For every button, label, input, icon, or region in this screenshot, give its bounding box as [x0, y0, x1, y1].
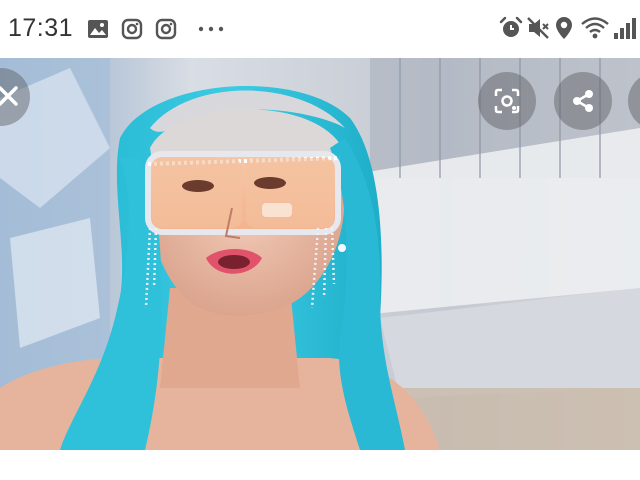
- signal-icon: [614, 18, 636, 39]
- gallery-notification-icon: [88, 20, 108, 38]
- close-icon: [0, 86, 18, 106]
- close-button[interactable]: [0, 68, 30, 126]
- image-viewer[interactable]: [0, 58, 640, 450]
- status-bar: 17:31: [0, 0, 640, 58]
- alarm-icon: [499, 16, 523, 37]
- instagram-icon: [121, 18, 143, 40]
- share-icon: [573, 90, 593, 112]
- status-time: 17:31: [8, 14, 74, 42]
- bottom-area: [0, 450, 640, 480]
- location-icon: [556, 17, 572, 39]
- mute-icon: [527, 17, 549, 39]
- lens-search-icon: [494, 88, 520, 114]
- wifi-icon: [581, 17, 609, 39]
- share-button[interactable]: [554, 72, 612, 130]
- lens-search-button[interactable]: [478, 72, 536, 130]
- more-notifications-icon: [198, 26, 224, 32]
- viewer-image: [0, 58, 640, 450]
- instagram-icon: [155, 18, 177, 40]
